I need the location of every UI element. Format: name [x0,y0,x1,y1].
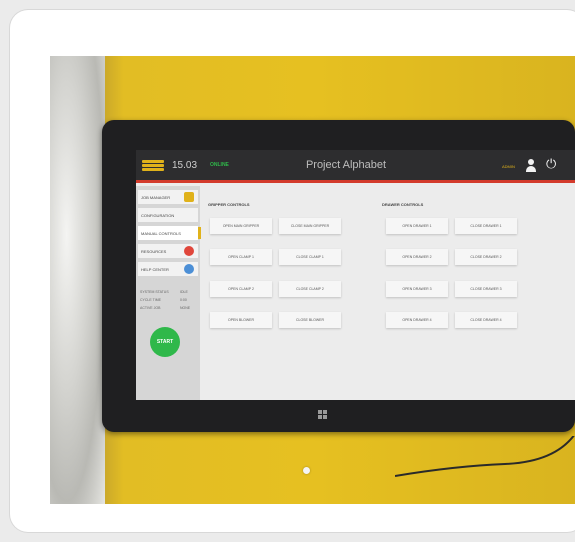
close-clamp-2-button[interactable]: CLOSE CLAMP 2 [279,281,341,297]
sidebar-item-label: MANUAL CONTROLS [141,231,181,236]
cable [395,436,575,477]
top-bar: 15.03 ONLINE Project Alphabet ADMIN ⏻ [136,150,575,183]
sidebar-item-help-center[interactable]: HELP CENTER [138,262,198,276]
open-main-gripper-button[interactable]: OPEN MAIN GRIPPER [210,218,272,234]
sidebar: JOB MANAGER CONFIGURATION MANUAL CONTROL… [136,186,201,400]
open-drawer-3-button[interactable]: OPEN DRAWER 3 [386,281,448,297]
close-main-gripper-button[interactable]: CLOSE MAIN GRIPPER [279,218,341,234]
section-title-gripper: GRIPPER CONTROLS [208,202,250,207]
close-drawer-4-button[interactable]: CLOSE DRAWER 4 [455,312,517,328]
power-icon[interactable]: ⏻ [546,156,556,172]
section-title-drawer: DRAWER CONTROLS [382,202,424,207]
close-clamp-1-button[interactable]: CLOSE CLAMP 1 [279,249,341,265]
close-blower-button[interactable]: CLOSE BLOWER [279,312,341,328]
windows-icon[interactable] [318,410,328,420]
sidebar-item-manual-controls[interactable]: MANUAL CONTROLS [138,226,201,240]
open-blower-button[interactable]: OPEN BLOWER [210,312,272,328]
open-clamp-2-button[interactable]: OPEN CLAMP 2 [210,281,272,297]
open-clamp-1-button[interactable]: OPEN CLAMP 1 [210,249,272,265]
logo-icon [142,160,164,172]
help-icon [184,264,194,274]
sidebar-item-label: RESOURCES [141,249,167,254]
open-drawer-4-button[interactable]: OPEN DRAWER 4 [386,312,448,328]
folder-icon [184,192,194,202]
sidebar-item-label: CONFIGURATION [141,213,175,218]
photo: 15.03 ONLINE Project Alphabet ADMIN ⏻ JO… [50,56,575,504]
stat-key: ACTIVE JOB [140,306,161,310]
tablet-screen: 15.03 ONLINE Project Alphabet ADMIN ⏻ JO… [136,150,575,400]
stat-key: CYCLE TIME [140,298,161,302]
user-label: ADMIN [502,164,515,169]
status-label: ONLINE [210,162,229,168]
sidebar-item-resources[interactable]: RESOURCES [138,244,198,258]
background-blur [50,56,105,504]
user-icon[interactable] [525,159,537,173]
sidebar-item-job-manager[interactable]: JOB MANAGER [138,190,198,204]
sidebar-item-configuration[interactable]: CONFIGURATION [138,208,198,222]
stat-value: IDLE [180,290,188,294]
stat-value: 0:00 [180,298,187,302]
knob [303,467,310,474]
start-button[interactable]: START [150,327,180,357]
page-title: Project Alphabet [305,159,387,171]
open-drawer-2-button[interactable]: OPEN DRAWER 2 [386,249,448,265]
version-label: 15.03 [172,160,198,171]
close-drawer-3-button[interactable]: CLOSE DRAWER 3 [455,281,517,297]
close-drawer-1-button[interactable]: CLOSE DRAWER 1 [455,218,517,234]
sidebar-item-label: HELP CENTER [141,267,169,272]
stat-value: NONE [180,306,191,310]
sidebar-item-label: JOB MANAGER [141,195,171,200]
alert-icon [184,246,194,256]
close-drawer-2-button[interactable]: CLOSE DRAWER 2 [455,249,517,265]
tablet-bezel: 15.03 ONLINE Project Alphabet ADMIN ⏻ JO… [102,120,575,432]
stat-key: SYSTEM STATUS [140,290,169,294]
open-drawer-1-button[interactable]: OPEN DRAWER 1 [386,218,448,234]
active-indicator [198,227,201,239]
